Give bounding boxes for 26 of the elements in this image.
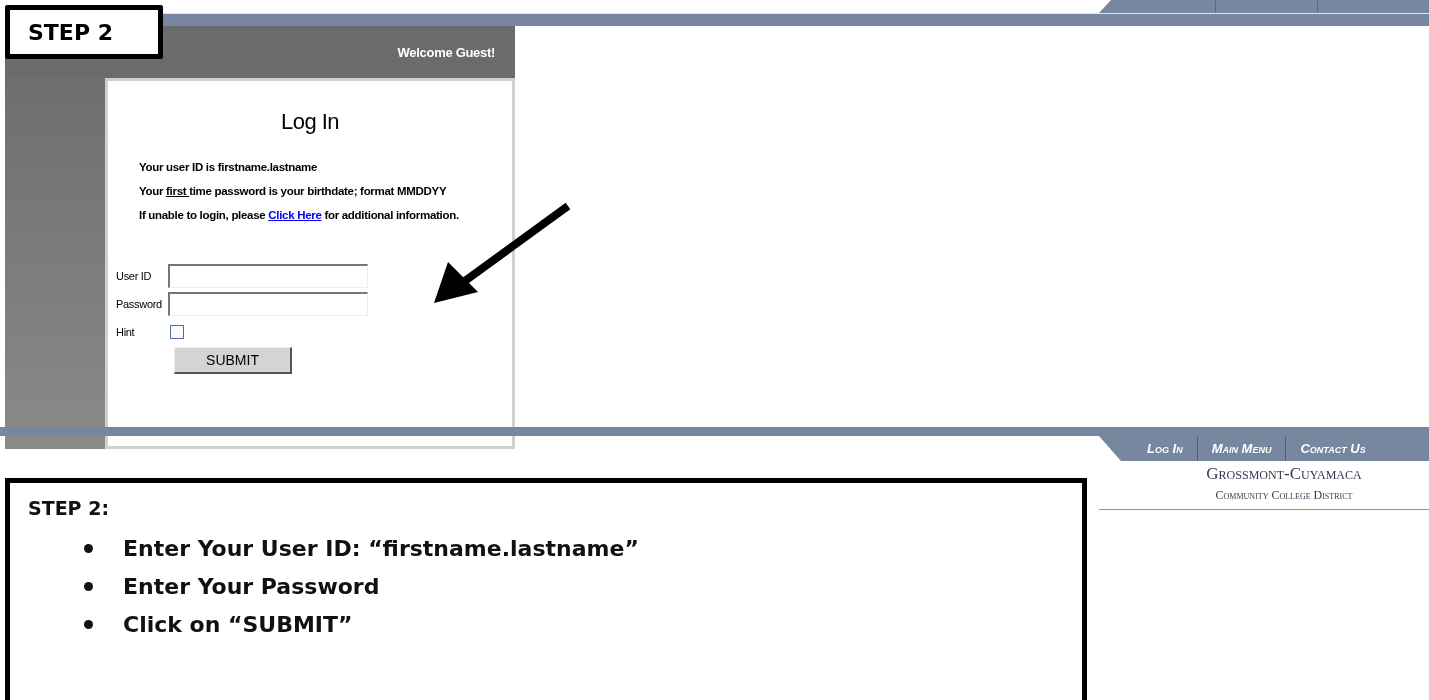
bullet-icon: [84, 543, 93, 553]
field-label: Hint: [116, 326, 136, 338]
instruction-text: Your first time password is your birthdate; format MMDDYY: [139, 185, 448, 197]
footer-nav-link[interactable]: Main Menu: [1196, 436, 1286, 461]
bullet-icon: [84, 619, 93, 629]
hint-checkbox[interactable]: [170, 325, 184, 339]
instruction-text: Your user ID is firstname.lastname: [139, 161, 319, 173]
bullet-icon: [84, 581, 93, 591]
input-field[interactable]: [168, 292, 368, 316]
field-label: Password: [116, 298, 163, 310]
callout-bullet: Enter Your Password: [123, 573, 380, 599]
step-label: STEP 2: [5, 5, 163, 59]
click-here-link[interactable]: Click Here: [268, 209, 322, 221]
field-label: User ID: [116, 270, 153, 282]
login-title: Log In: [279, 109, 341, 135]
callout-bullet: Enter Your User ID: “firstname.lastname”: [123, 535, 639, 561]
callout-title: STEP 2:: [28, 497, 110, 519]
logo-subtitle: Community College District: [1215, 488, 1353, 503]
footer-nav-link[interactable]: Log In: [1133, 436, 1197, 461]
submit-button[interactable]: SUBMIT: [174, 347, 292, 374]
logo-title: Grossmont-Cuyamaca: [1206, 464, 1362, 484]
welcome-text: Welcome Guest!: [397, 44, 495, 60]
footer-nav-link[interactable]: Contact Us: [1285, 436, 1380, 461]
instruction-text: If unable to login, please Click Here for additional information.: [139, 209, 460, 221]
input-field[interactable]: [168, 264, 368, 288]
callout-bullet: Click on “SUBMIT”: [123, 611, 353, 637]
